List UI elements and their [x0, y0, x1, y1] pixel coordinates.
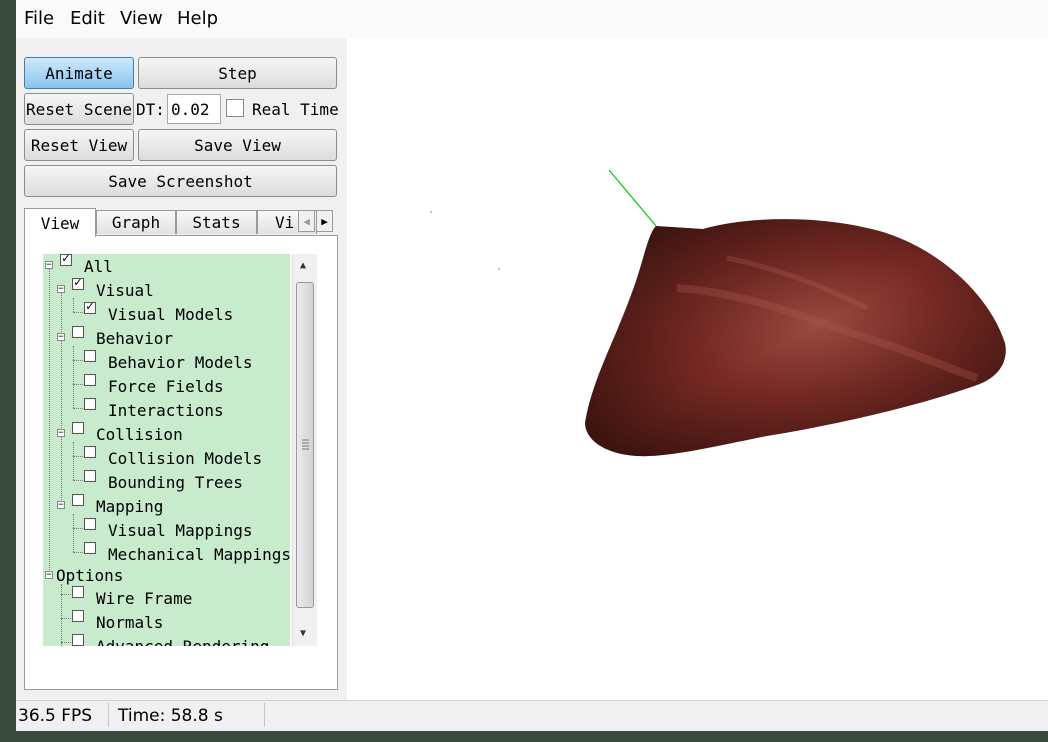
behavior-checkbox[interactable] — [72, 326, 84, 338]
tree-node-label: All — [84, 257, 113, 276]
tab-bar: View Graph Stats Vi ◀ ▶ — [24, 208, 340, 237]
behavior-models-checkbox[interactable] — [84, 350, 96, 362]
tree-connector — [61, 288, 62, 502]
tree-connector — [73, 312, 83, 313]
desktop-background — [16, 731, 1048, 742]
tree-connector — [61, 642, 71, 643]
step-button[interactable]: Step — [138, 57, 337, 89]
tree-connector — [73, 408, 83, 409]
tree-node-label: Interactions — [108, 401, 224, 420]
tree-node-label: Wire Frame — [96, 589, 193, 608]
tab-view[interactable]: View — [24, 208, 96, 237]
tree-node-label: Visual Models — [108, 305, 234, 324]
normals-checkbox[interactable] — [72, 610, 84, 622]
axis-line — [608, 169, 657, 227]
tree-scrollbar[interactable]: ▲ ▼ — [292, 254, 317, 646]
tree-connector — [73, 528, 83, 529]
tree-connector — [73, 456, 83, 457]
fps-readout: 36.5 FPS — [18, 706, 93, 726]
scene-canvas — [430, 169, 1006, 457]
status-divider — [264, 703, 265, 727]
tab-graph[interactable]: Graph — [96, 210, 176, 234]
all-checkbox[interactable]: ✓ — [60, 254, 72, 266]
status-bar: 36.5 FPS Time: 58.8 s — [16, 700, 1048, 731]
scrollbar-thumb[interactable] — [296, 282, 314, 608]
tree-node-label: Normals — [96, 613, 164, 632]
mapping-checkbox[interactable] — [72, 494, 84, 506]
save-screenshot-button[interactable]: Save Screenshot — [24, 165, 337, 197]
visual-models-checkbox[interactable]: ✓ — [84, 299, 96, 314]
force-fields-checkbox[interactable] — [84, 374, 96, 386]
collapse-icon[interactable]: − — [45, 261, 53, 270]
bounding-trees-checkbox[interactable] — [84, 470, 96, 482]
tree-node-label: Mechanical Mappings — [108, 545, 290, 564]
tree-connector — [49, 266, 50, 572]
scroll-up-icon[interactable]: ▲ — [300, 260, 306, 271]
grip-icon — [302, 439, 309, 450]
tree-node-label: Visual — [96, 281, 154, 300]
interactions-checkbox[interactable] — [84, 398, 96, 410]
tree-connector — [61, 594, 71, 595]
animate-button[interactable]: Animate — [24, 57, 134, 89]
collapse-icon[interactable]: − — [57, 429, 65, 438]
tree-connector — [61, 618, 71, 619]
tab-scroll-left-icon[interactable]: ◀ — [298, 210, 315, 232]
collapse-icon[interactable]: − — [57, 333, 65, 342]
menu-view[interactable]: View — [120, 8, 163, 29]
tree-connector — [73, 552, 83, 553]
tree-node-label: Visual Mappings — [108, 521, 253, 540]
menu-bar: File Edit View Help — [16, 0, 1048, 39]
scroll-down-icon[interactable]: ▼ — [300, 628, 306, 639]
tree-node-label: Advanced Rendering — [96, 637, 269, 646]
real-time-label: Real Time — [252, 100, 339, 119]
tab-scroll-right-icon[interactable]: ▶ — [316, 210, 333, 232]
collapse-icon[interactable]: − — [57, 501, 65, 510]
collision-checkbox[interactable] — [72, 422, 84, 434]
dt-input[interactable] — [167, 94, 221, 124]
tree-connector — [73, 514, 74, 552]
menu-file[interactable]: File — [24, 8, 54, 29]
tree-node-label: Force Fields — [108, 377, 224, 396]
application-window: File Edit View Help Animate Step Reset S… — [16, 0, 1048, 742]
dt-label: DT: — [136, 100, 165, 119]
tree-node-label: Bounding Trees — [108, 473, 243, 492]
tree-connector — [73, 480, 83, 481]
tree-connector — [73, 298, 74, 312]
collapse-icon[interactable]: − — [57, 285, 65, 294]
reset-scene-button[interactable]: Reset Scene — [24, 93, 134, 125]
visual-checkbox[interactable]: ✓ — [72, 275, 84, 290]
tree-node-label: Behavior Models — [108, 353, 253, 372]
control-panel: Animate Step Reset Scene DT: Real Time R… — [16, 38, 347, 700]
menu-help[interactable]: Help — [177, 8, 218, 29]
tree-node-label: Collision Models — [108, 449, 263, 468]
reset-view-button[interactable]: Reset View — [24, 129, 134, 161]
collision-models-checkbox[interactable] — [84, 446, 96, 458]
tree-node-label: Mapping — [96, 497, 164, 516]
tree-node-label: Collision — [96, 425, 183, 444]
collapse-icon[interactable]: − — [45, 571, 53, 580]
scene-point — [498, 268, 500, 270]
scene-point — [430, 211, 432, 213]
status-divider — [108, 703, 109, 727]
visual-mappings-checkbox[interactable] — [84, 518, 96, 530]
display-flags-tree: − − − − − − ✓ All ✓ Visual ✓ Visual Mode… — [43, 254, 290, 646]
save-view-button[interactable]: Save View — [138, 129, 337, 161]
tab-stats[interactable]: Stats — [176, 210, 257, 234]
tree-node-label: Behavior — [96, 329, 174, 348]
wire-frame-checkbox[interactable] — [72, 586, 84, 598]
real-time-checkbox[interactable] — [226, 99, 244, 117]
mechanical-mappings-checkbox[interactable] — [84, 542, 96, 554]
menu-edit[interactable]: Edit — [70, 8, 105, 29]
tree-connector — [73, 384, 83, 385]
tree-connector — [73, 442, 74, 480]
advanced-rendering-checkbox[interactable] — [72, 634, 84, 646]
liver-shading — [585, 219, 1006, 457]
tree-connector — [73, 360, 83, 361]
view-tab-pane: − − − − − − ✓ All ✓ Visual ✓ Visual Mode… — [24, 235, 338, 690]
tree-connector — [73, 346, 74, 408]
time-readout: Time: 58.8 s — [118, 706, 223, 726]
3d-viewport[interactable] — [347, 38, 1048, 700]
tree-node-label: Options — [56, 566, 124, 585]
